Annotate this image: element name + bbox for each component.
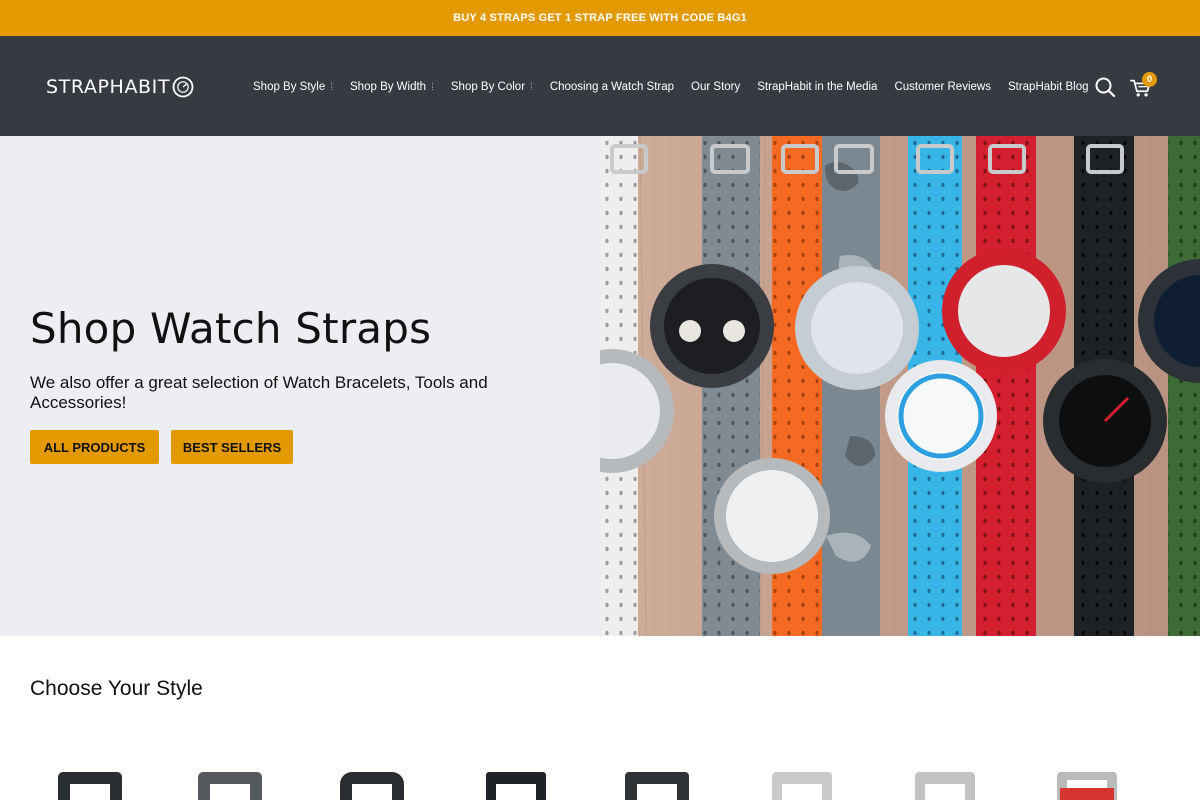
style-thumbnail[interactable] bbox=[195, 766, 265, 800]
watch-straps-photo bbox=[600, 136, 1200, 636]
style-thumbnail[interactable] bbox=[622, 766, 692, 800]
style-thumbnail[interactable] bbox=[337, 766, 407, 800]
search-icon[interactable] bbox=[1094, 76, 1116, 98]
nav-label: Shop By Width bbox=[350, 81, 427, 93]
style-thumbnail-row bbox=[0, 760, 1200, 800]
nav-our-story[interactable]: Our Story bbox=[691, 81, 740, 93]
hero-title: Shop Watch Straps bbox=[30, 304, 432, 353]
logo-watch-icon bbox=[172, 76, 194, 98]
all-products-button[interactable]: ALL PRODUCTS bbox=[30, 430, 159, 464]
nav-label: Shop By Color bbox=[450, 81, 526, 93]
promo-text: BUY 4 STRAPS GET 1 STRAP FREE WITH CODE … bbox=[453, 12, 747, 24]
hero-subtitle: We also offer a great selection of Watch… bbox=[30, 373, 488, 412]
chevron-down-icon: ⁞ bbox=[330, 81, 334, 93]
nav-label: Choosing a Watch Strap bbox=[549, 81, 675, 93]
nav-choosing-a-watch-strap[interactable]: Choosing a Watch Strap bbox=[550, 81, 674, 93]
style-thumbnail[interactable] bbox=[55, 766, 125, 800]
style-thumbnail[interactable] bbox=[767, 766, 837, 800]
nav-shop-by-color[interactable]: Shop By Color ⁞ bbox=[451, 81, 533, 93]
site-logo[interactable]: STRAPHABIT bbox=[46, 74, 194, 100]
style-thumbnail[interactable] bbox=[481, 766, 551, 800]
promo-bar: BUY 4 STRAPS GET 1 STRAP FREE WITH CODE … bbox=[0, 0, 1200, 36]
best-sellers-button[interactable]: BEST SELLERS bbox=[171, 430, 293, 464]
nav-label: StrapHabit Blog bbox=[1007, 81, 1089, 93]
cart-count-badge[interactable]: 0 bbox=[1142, 72, 1157, 87]
nav-customer-reviews[interactable]: Customer Reviews bbox=[894, 81, 991, 93]
style-thumbnail[interactable] bbox=[1052, 766, 1122, 800]
section-title: Choose Your Style bbox=[30, 677, 203, 700]
chevron-down-icon: ⁞ bbox=[530, 81, 533, 93]
logo-text: STRAPHABIT bbox=[46, 76, 171, 98]
nav-label: Our Story bbox=[691, 81, 741, 93]
nav-label: StrapHabit in the Media bbox=[757, 81, 878, 93]
nav-shop-by-width[interactable]: Shop By Width ⁞ bbox=[350, 81, 434, 93]
site-header: STRAPHABIT Shop By Style ⁞ Shop By Width… bbox=[0, 36, 1200, 136]
hero-image bbox=[600, 136, 1200, 636]
style-thumbnail[interactable] bbox=[910, 766, 980, 800]
nav-label: Customer Reviews bbox=[894, 81, 991, 93]
nav-straphabit-in-the-media[interactable]: StrapHabit in the Media bbox=[757, 81, 877, 93]
main-nav: Shop By Style ⁞ Shop By Width ⁞ Shop By … bbox=[253, 78, 1089, 96]
nav-straphabit-blog[interactable]: StrapHabit Blog bbox=[1008, 81, 1089, 93]
nav-shop-by-style[interactable]: Shop By Style ⁞ bbox=[253, 81, 333, 93]
nav-label: Shop By Style bbox=[253, 81, 326, 93]
hero-panel: Shop Watch Straps We also offer a great … bbox=[0, 136, 600, 636]
chevron-down-icon: ⁞ bbox=[431, 81, 434, 93]
